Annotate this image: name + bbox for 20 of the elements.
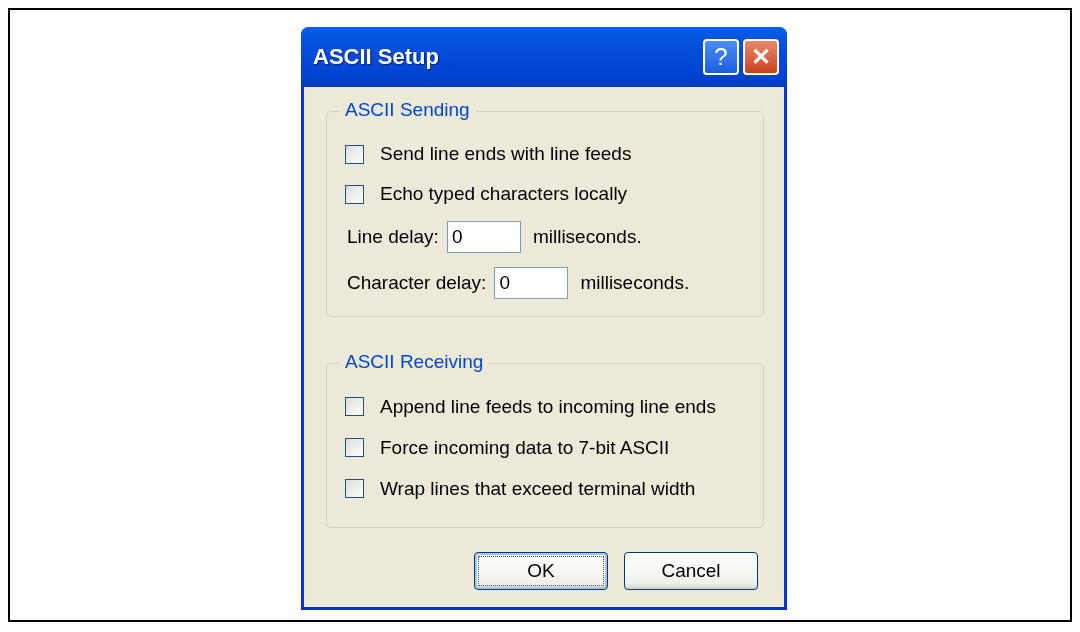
checkbox-label[interactable]: Wrap lines that exceed terminal width [380,477,696,500]
delay-field[interactable]: 0 [494,267,569,299]
window-title: ASCII Setup [313,44,440,70]
unit-label: milliseconds. [580,272,690,294]
ok-button[interactable]: OK [474,552,608,590]
field-label: Line delay: [347,226,439,248]
checkbox[interactable] [345,479,364,498]
checkbox-label[interactable]: Send line ends with line feeds [380,143,632,165]
checkbox[interactable] [345,438,364,457]
checkbox-label[interactable]: Echo typed characters locally [380,183,628,205]
checkbox[interactable] [345,397,364,416]
checkbox-label[interactable]: Force incoming data to 7-bit ASCII [380,436,670,459]
field-label: Character delay: [347,272,487,294]
help-button[interactable]: ? [703,39,739,75]
unit-label: milliseconds. [532,226,642,248]
checkbox[interactable] [345,184,364,204]
checkbox[interactable] [345,144,364,164]
cancel-button[interactable]: Cancel [624,552,758,590]
delay-field[interactable]: 0 [446,221,521,253]
checkbox-label[interactable]: Append line feeds to incoming line ends [380,395,716,418]
